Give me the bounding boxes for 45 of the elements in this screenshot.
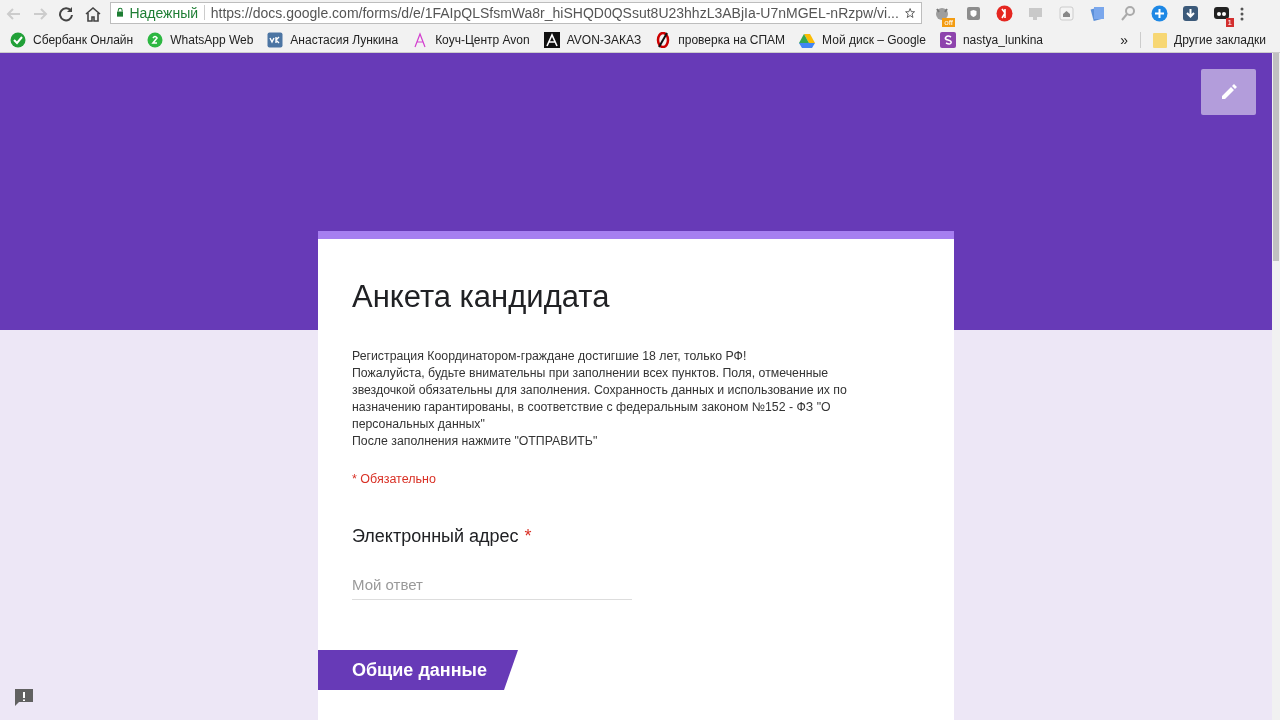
question-title: Электронный адрес [352, 526, 519, 546]
bookmark-link[interactable]: проверка на СПАМ [655, 29, 786, 50]
plus-icon[interactable] [1151, 5, 1168, 22]
count-badge: off [942, 18, 955, 27]
bookmark-link[interactable]: AVON-ЗАКАЗ [543, 29, 642, 50]
scrollbar[interactable] [1272, 53, 1280, 720]
mask-icon[interactable] [1213, 5, 1230, 22]
triangle-icon [799, 31, 816, 48]
magnifier-icon[interactable] [1120, 5, 1137, 22]
feedback-icon[interactable] [14, 688, 34, 708]
reload-icon[interactable] [58, 5, 74, 22]
document-icon[interactable] [1089, 5, 1106, 22]
circle-letter-icon[interactable] [996, 5, 1013, 22]
answer-field[interactable]: Мой ответ [352, 572, 632, 600]
bookmark-link[interactable]: Коуч-Центр Avon [412, 29, 530, 50]
slashed-circle-icon [655, 31, 672, 48]
form-title: Анкета кандидата [352, 279, 611, 315]
bookmark-link[interactable]: nastya_lunkina [939, 29, 1043, 50]
download-icon[interactable] [1182, 5, 1199, 22]
security-label: Надежный [129, 4, 199, 21]
more-bookmarks-button[interactable]: » [1120, 31, 1129, 48]
number-circle-icon [147, 31, 164, 48]
shield-icon[interactable] [965, 5, 982, 22]
bookmark-folder[interactable]: Другие закладки [1153, 29, 1266, 50]
pencil-icon [1219, 83, 1238, 101]
home-icon[interactable] [84, 5, 102, 22]
edit-button[interactable] [1201, 69, 1256, 115]
bookmark-link[interactable]: Анастасия Лункина [267, 29, 399, 50]
required-mark: * [524, 526, 532, 546]
section-header: Общие данные [318, 650, 518, 690]
address-bar[interactable]: Надежный https://docs.google.com/forms/d/e/1FAIpQLSfsmWa8r_hiSHQD0QSsut8U23hhzL3ABjIa-U7nMGEL-nRzpw/vi... [110, 1, 922, 24]
url-text: https://docs.google.com/forms/d/e/1FAIpQLSfsmWa8r_hiSHQD0QSsut8U23hhzL3ABjIa-U7nMGEL-nRzpw/vi... [210, 4, 899, 21]
menu-icon[interactable] [1240, 6, 1244, 21]
square-letter-icon [939, 31, 956, 48]
bookmark-link[interactable]: Сбербанк Онлайн [10, 29, 134, 50]
square-logo-icon [267, 31, 284, 48]
house-icon[interactable] [1058, 5, 1075, 22]
required-note: * Обязательно [352, 472, 437, 486]
bookmark-link[interactable]: Мой диск – Google [799, 29, 926, 50]
checkmark-circle-icon [10, 31, 26, 48]
count-badge: 1 [1225, 18, 1234, 27]
lock-icon [117, 6, 124, 19]
bookmark-link[interactable]: WhatsApp Web [147, 29, 254, 50]
folder-icon [1153, 31, 1168, 48]
form-description: Регистрация Координатором-граждане достигшие 18 лет, только РФ! Пожалуйста, будьте внимательны при заполнении всех пунктов. Поля, отмеченные звездочкой обязательны для заполнения. Сохранность данных и использование их по назначению гарантированы, в соответствие с федеральным законом №152 - ФЗ "О персональных данных" После заполнения нажмите "ОТПРАВИТЬ" [352, 348, 848, 450]
